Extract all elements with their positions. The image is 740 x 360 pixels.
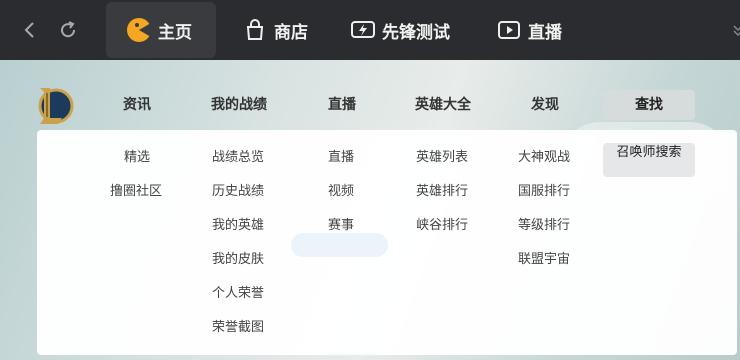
menu-item-spectate[interactable]: 大神观战 (518, 148, 570, 182)
menu-item-server-ranking[interactable]: 国服排行 (518, 182, 570, 216)
nav-discover[interactable]: 发现 (531, 92, 559, 118)
menu-item-events[interactable]: 赛事 (328, 216, 354, 250)
tab-label: 主页 (158, 22, 192, 43)
refresh-icon[interactable] (56, 18, 80, 42)
dropdown-column-live: 直播 视频 赛事 (328, 148, 354, 250)
tab-live[interactable]: 直播 (496, 2, 562, 58)
league-logo-icon[interactable] (34, 84, 74, 126)
summoner-search-button[interactable]: 召唤师搜索 (603, 143, 695, 177)
dropdown-column-heroes: 英雄列表 英雄排行 峡谷排行 (416, 148, 468, 250)
nav-my-battles[interactable]: 我的战绩 (211, 92, 267, 118)
dropdown-column-battles: 战绩总览 历史战绩 我的英雄 我的皮肤 个人荣誉 荣誉截图 (212, 148, 264, 352)
menu-item-video[interactable]: 视频 (328, 182, 354, 216)
nav-live[interactable]: 直播 (328, 92, 356, 118)
tab-pioneer-test[interactable]: 先锋测试 (350, 2, 450, 58)
menu-item-overview[interactable]: 战绩总览 (212, 148, 264, 182)
menu-item-universe[interactable]: 联盟宇宙 (518, 250, 570, 284)
menu-item-honors[interactable]: 个人荣誉 (212, 284, 264, 318)
play-icon (496, 17, 522, 43)
menu-item-featured[interactable]: 精选 (124, 148, 162, 182)
tab-label: 直播 (528, 22, 562, 43)
back-arrow-icon[interactable] (18, 18, 42, 42)
dropdown-column-discover: 大神观战 国服排行 等级排行 联盟宇宙 (518, 148, 570, 284)
menu-item-my-skins[interactable]: 我的皮肤 (212, 250, 264, 284)
home-icon (126, 17, 152, 43)
menu-item-history[interactable]: 历史战绩 (212, 182, 264, 216)
menu-item-my-heroes[interactable]: 我的英雄 (212, 216, 264, 250)
chevron-down-icon[interactable] (732, 20, 740, 40)
menu-item-live[interactable]: 直播 (328, 148, 354, 182)
menu-item-community[interactable]: 撸圈社区 (110, 182, 162, 216)
menu-item-level-ranking[interactable]: 等级排行 (518, 216, 570, 250)
nav-heroes[interactable]: 英雄大全 (415, 92, 471, 118)
tab-shop[interactable]: 商店 (242, 2, 308, 58)
top-bar: 主页 商店 先锋测试 直播 (0, 0, 740, 60)
nav-news[interactable]: 资讯 (123, 92, 151, 118)
nav-search[interactable]: 查找 (603, 90, 695, 120)
tab-label: 商店 (274, 22, 308, 43)
bag-icon (242, 17, 268, 43)
dropdown-column-search: 召唤师搜索 (603, 143, 695, 177)
dropdown-column-news: 精选 撸圈社区 (110, 148, 162, 216)
menu-item-honor-screenshots[interactable]: 荣誉截图 (212, 318, 264, 352)
tab-home[interactable]: 主页 (106, 2, 216, 58)
menu-item-hero-ranking[interactable]: 英雄排行 (416, 182, 468, 216)
menu-item-rift-ranking[interactable]: 峡谷排行 (416, 216, 468, 250)
tab-label: 先锋测试 (382, 22, 450, 43)
lightning-icon (350, 17, 376, 43)
menu-item-hero-list[interactable]: 英雄列表 (416, 148, 468, 182)
